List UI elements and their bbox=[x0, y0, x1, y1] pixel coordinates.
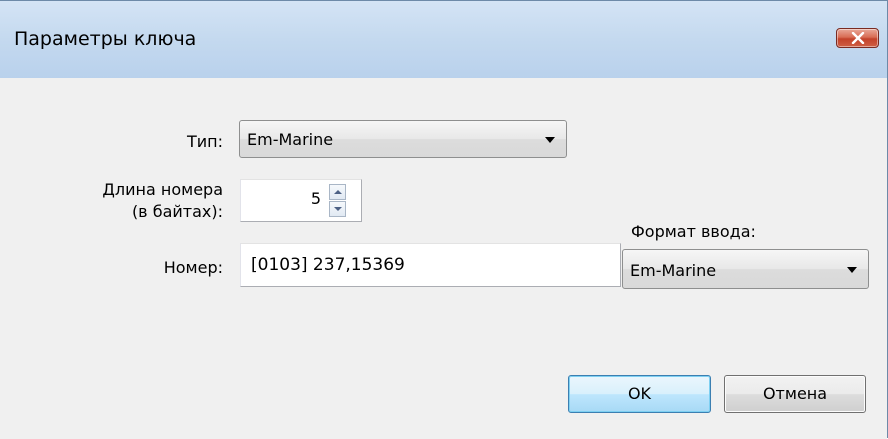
chevron-down-icon bbox=[847, 267, 857, 273]
input-format-value: Em-Marine bbox=[630, 261, 717, 280]
type-label: Тип: bbox=[186, 132, 223, 151]
ok-button[interactable]: OK bbox=[568, 375, 711, 413]
length-label-line1: Длина номера bbox=[102, 180, 223, 199]
dialog-body: Тип: Em-Marine Длина номера (в байтах): … bbox=[0, 78, 887, 439]
close-x-icon bbox=[851, 32, 865, 44]
length-label-line2: (в байтах): bbox=[131, 202, 223, 221]
window-title: Параметры ключа bbox=[14, 28, 197, 50]
arrow-down-icon bbox=[334, 207, 342, 211]
type-select-value: Em-Marine bbox=[247, 130, 334, 149]
key-parameters-dialog: Параметры ключа Тип: Em-Marine Длина ном… bbox=[0, 0, 888, 439]
input-format-label: Формат ввода: bbox=[631, 222, 756, 241]
number-label: Номер: bbox=[163, 258, 223, 277]
type-select[interactable]: Em-Marine bbox=[239, 120, 567, 158]
chevron-down-icon bbox=[545, 137, 555, 143]
number-input[interactable]: [0103] 237,15369 bbox=[240, 243, 621, 287]
length-value: 5 bbox=[310, 189, 321, 208]
cancel-button[interactable]: Отмена bbox=[724, 375, 866, 413]
title-bar[interactable]: Параметры ключа bbox=[0, 1, 887, 78]
decrement-button[interactable] bbox=[329, 201, 346, 217]
ok-button-label: OK bbox=[627, 384, 652, 403]
close-button[interactable] bbox=[836, 28, 879, 48]
number-value: [0103] 237,15369 bbox=[251, 255, 405, 275]
increment-button[interactable] bbox=[329, 184, 346, 200]
cancel-button-label: Отмена bbox=[762, 384, 828, 403]
length-spin-box[interactable]: 5 bbox=[240, 179, 362, 222]
input-format-select[interactable]: Em-Marine bbox=[622, 249, 869, 289]
arrow-up-icon bbox=[334, 190, 342, 194]
